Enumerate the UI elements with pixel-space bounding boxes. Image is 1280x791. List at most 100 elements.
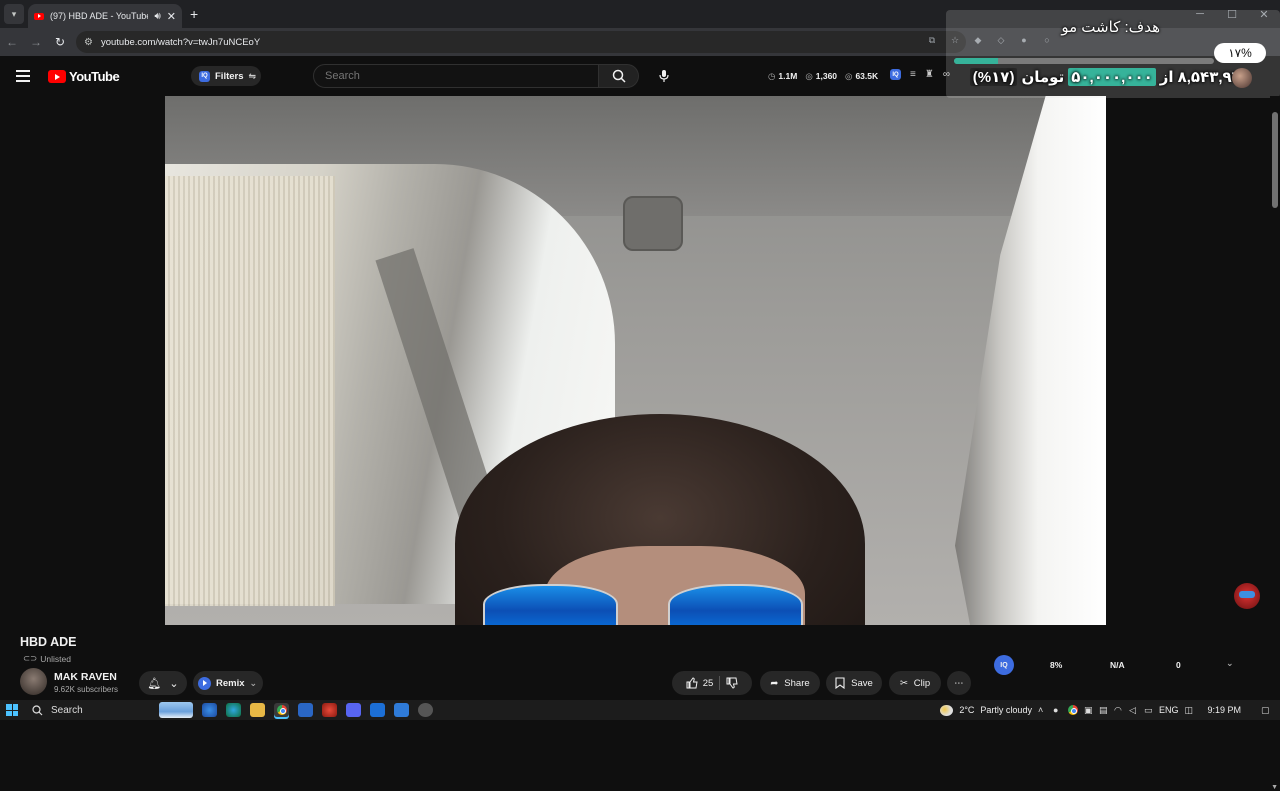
like-button[interactable]: 25 (686, 677, 714, 689)
clock-icon: ◷ (768, 71, 776, 81)
views-stat: ◷ 1.1M (768, 71, 798, 81)
video-title: HBD ADE (20, 635, 77, 649)
system-tray: 2°C Partly cloudy ˄ ● ▣ ▤ ◠ ◁ ▭ ENG ◫ 9:… (940, 700, 1270, 720)
like-count: 25 (702, 677, 714, 689)
share-button[interactable]: ➦ Share (760, 671, 820, 695)
iq-percent: 8% (1050, 660, 1063, 670)
subs-stat: ◎ 63.5K (845, 71, 879, 81)
iq-icon: IQ (199, 70, 210, 82)
remix-icon (198, 676, 211, 690)
close-tab-icon[interactable]: ✕ (167, 10, 176, 23)
filters-button[interactable]: IQ Filters ⇋ (191, 66, 261, 86)
input-language[interactable]: ENG (1159, 705, 1179, 715)
clock-time[interactable]: 9:19 PM (1207, 705, 1241, 715)
youtube-play-icon (48, 70, 66, 83)
scroll-down-arrow-icon[interactable]: ▼ (1271, 784, 1278, 791)
subscriber-count: 9.62K subscribers (54, 685, 119, 694)
share-icon: ➦ (770, 677, 779, 689)
video-frame-sunglasses (483, 584, 803, 625)
more-horizontal-icon: ⋯ (954, 677, 964, 689)
save-button[interactable]: Save (826, 671, 882, 695)
overlay-avatar (1232, 68, 1252, 88)
channel-name[interactable]: MAK RAVEN (54, 671, 117, 683)
editor-app-icon[interactable] (370, 703, 385, 717)
search-button[interactable] (599, 64, 639, 88)
logo-text: YouTube (69, 69, 120, 84)
iq-count: 0 (1176, 660, 1181, 670)
install-app-icon[interactable]: ⧉ (925, 33, 939, 47)
red-app-icon[interactable] (322, 703, 337, 717)
trophy-icon[interactable]: ♜ (925, 69, 934, 80)
forward-button[interactable]: → (24, 35, 48, 49)
clip-button[interactable]: ✂ Clip (889, 671, 941, 695)
url-text[interactable]: youtube.com/watch?v=twJn7uNCEoY (101, 37, 260, 48)
chevron-down-icon[interactable]: ⌄ (1226, 658, 1234, 669)
more-actions-button[interactable]: ⋯ (947, 671, 971, 695)
site-info-icon[interactable]: ⚙ (84, 37, 93, 48)
app-tray-icon[interactable]: ◫ (1184, 705, 1193, 715)
channel-avatar[interactable] (20, 668, 47, 695)
like-divider (719, 676, 721, 690)
thumbs-down-icon[interactable] (726, 677, 738, 689)
search-icon (612, 69, 626, 83)
bookmark-icon (835, 677, 845, 689)
browser-tab-active[interactable]: (97) HBD ADE - YouTube 🔊︎ ✕ (28, 4, 182, 28)
edge-app-icon[interactable] (226, 703, 241, 717)
back-button[interactable]: ← (0, 35, 24, 49)
speaker-icon[interactable]: 🔊︎ (154, 11, 160, 22)
scrollbar-thumb[interactable] (1272, 112, 1278, 208)
iq-stats-panel: IQ 8% N/A 0 ⌄ (994, 655, 1244, 675)
windows-start-icon[interactable] (6, 704, 18, 716)
remix-button[interactable]: Remix ⌄ (193, 671, 263, 695)
search-icon (32, 704, 43, 715)
store-app-icon[interactable] (298, 703, 313, 717)
thumbs-up-icon (686, 677, 698, 689)
youtube-logo[interactable]: YouTube (48, 69, 120, 84)
notification-bell-button[interactable]: 🔔︎ ⌄ (139, 671, 187, 695)
iq-na: N/A (1110, 660, 1125, 670)
list-icon[interactable]: ≡ (910, 69, 916, 80)
tab-search-button[interactable]: ▾ (4, 4, 24, 24)
settings-app-icon[interactable] (418, 703, 433, 717)
weather-description[interactable]: Partly cloudy (980, 705, 1032, 715)
search-input[interactable] (313, 64, 599, 88)
goal-progress-bar (954, 58, 1214, 64)
taskbar-apps (202, 703, 433, 717)
goal-title: هدف: کاشت مو (1061, 19, 1160, 36)
copilot-app-icon[interactable] (202, 703, 217, 717)
menu-icon[interactable] (16, 70, 30, 82)
iq-icon[interactable]: IQ (994, 655, 1014, 675)
new-tab-button[interactable]: + (190, 6, 198, 22)
currency-label: تومان (1021, 69, 1065, 86)
eye-icon: ◎ (845, 71, 853, 81)
chevron-down-icon: ⌄ (249, 677, 258, 688)
notifications-icon[interactable]: ▢ (1261, 705, 1270, 715)
weather-icon[interactable] (940, 704, 954, 716)
app-tray-icon[interactable]: ▤ (1099, 705, 1108, 715)
chrome-app-icon[interactable] (274, 703, 289, 717)
youtube-favicon-icon (34, 12, 44, 20)
wifi-icon[interactable]: ◠ (1114, 705, 1123, 715)
address-bar[interactable]: ⚙ youtube.com/watch?v=twJn7uNCEoY (76, 31, 966, 53)
likes-stat: ◎ 1,360 (805, 71, 838, 81)
microphone-icon[interactable]: ● (1053, 705, 1062, 715)
file-explorer-app-icon[interactable] (250, 703, 265, 717)
reload-button[interactable]: ↻ (48, 35, 72, 49)
vscode-app-icon[interactable] (394, 703, 409, 717)
target-amount: ۵۰,۰۰۰,۰۰۰ (1068, 68, 1156, 86)
discord-app-icon[interactable] (346, 703, 361, 717)
donation-goal-overlay: هدف: کاشت مو ۱۷% ۸,۵۴۳,۹۴۱ از ۵۰,۰۰۰,۰۰۰… (946, 10, 1280, 98)
visibility-badge: ⊂⊃ Unlisted (23, 653, 71, 664)
iq-icon[interactable]: IQ (890, 69, 901, 80)
app-tray-icon[interactable]: ▣ (1084, 705, 1093, 715)
chevron-up-icon[interactable]: ˄ (1038, 705, 1047, 715)
masthead-extension-icons: IQ ≡ ♜ ∞ (890, 69, 950, 80)
battery-icon[interactable]: ▭ (1144, 705, 1153, 715)
volume-icon[interactable]: ◁ (1129, 705, 1138, 715)
search-highlight-image[interactable] (159, 702, 193, 718)
video-player[interactable] (165, 96, 1106, 625)
chrome-tray-icon[interactable] (1067, 705, 1078, 715)
temperature[interactable]: 2°C (959, 705, 974, 715)
extension-mascot-icon[interactable] (1234, 583, 1260, 609)
voice-search-button[interactable] (654, 66, 674, 86)
